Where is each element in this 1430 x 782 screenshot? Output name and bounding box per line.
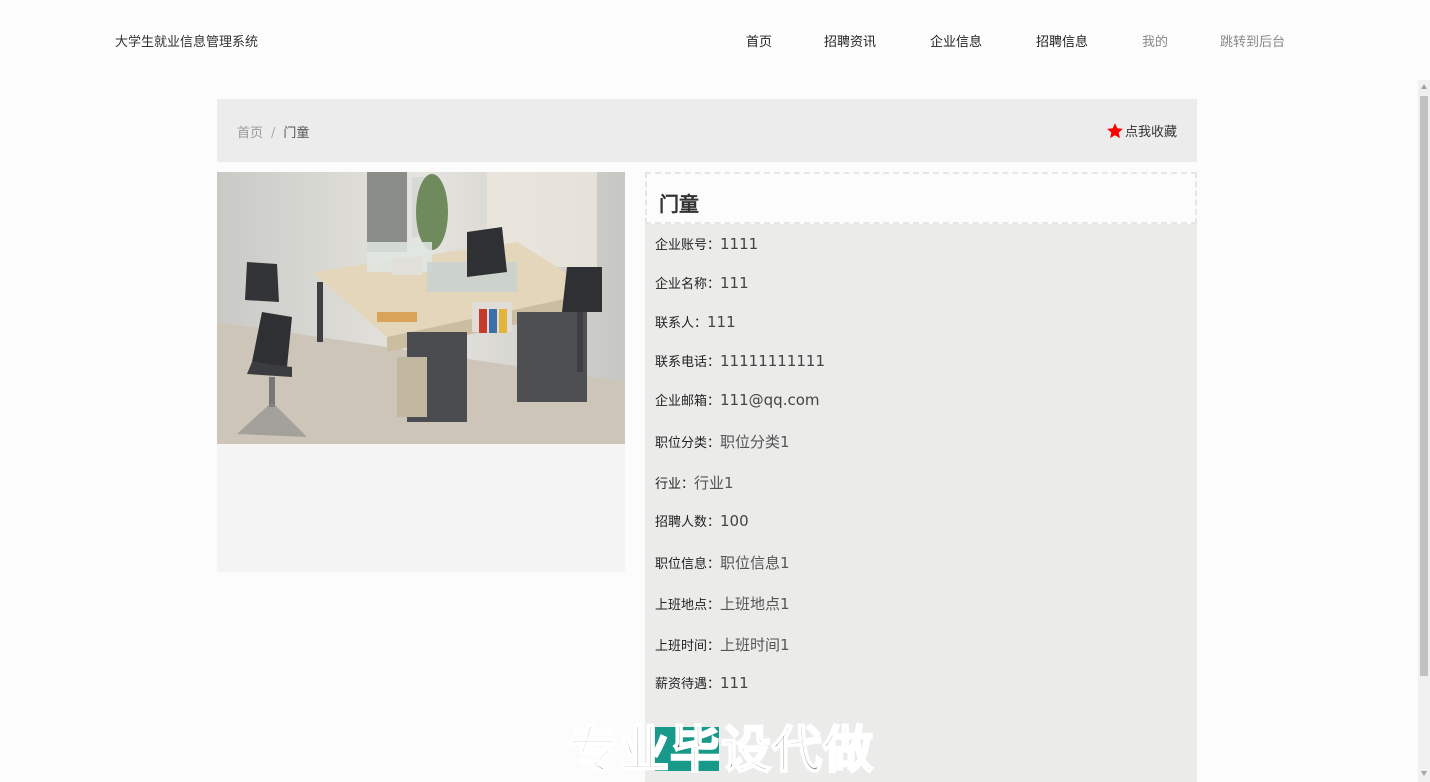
- field-salary: 薪资待遇：111: [655, 673, 749, 692]
- field-job-category: 职位分类：职位分类1: [655, 431, 790, 452]
- field-contact: 联系人：111: [655, 312, 736, 331]
- field-label: 联系电话：: [655, 355, 721, 370]
- field-industry: 行业：行业1: [655, 472, 734, 493]
- field-value: 职位信息1: [720, 554, 790, 572]
- star-icon: [1107, 122, 1123, 138]
- field-value: 1111: [720, 235, 759, 253]
- field-label: 联系人：: [655, 316, 708, 331]
- field-value: 职位分类1: [720, 433, 790, 451]
- favorite-label: 点我收藏: [1124, 125, 1177, 140]
- field-label: 企业账号：: [655, 238, 721, 253]
- breadcrumb-current: 门童: [283, 126, 310, 141]
- nav-company-info[interactable]: 企业信息: [930, 31, 982, 50]
- field-value: 11111111111: [720, 352, 825, 370]
- job-image-panel: [217, 172, 625, 572]
- field-value: 111: [720, 274, 749, 292]
- nav-home[interactable]: 首页: [746, 31, 772, 50]
- nav-admin[interactable]: 跳转到后台: [1220, 31, 1285, 50]
- field-value: 111: [720, 674, 749, 692]
- watermark-text: 专业毕设代做: [567, 720, 874, 780]
- field-label: 行业：: [655, 477, 695, 492]
- field-headcount: 招聘人数：100: [655, 511, 749, 530]
- scroll-down-arrow-icon[interactable]: [1420, 768, 1428, 778]
- nav-recruit-info[interactable]: 招聘信息: [1036, 31, 1088, 50]
- field-value: 100: [720, 512, 749, 530]
- nav-recruit-news[interactable]: 招聘资讯: [824, 31, 876, 50]
- field-label: 职位分类：: [655, 436, 721, 451]
- field-work-location: 上班地点：上班地点1: [655, 593, 790, 614]
- breadcrumb: 首页 / 门童: [237, 122, 309, 141]
- field-email: 企业邮箱：111@qq.com: [655, 390, 820, 409]
- field-label: 上班时间：: [655, 639, 721, 654]
- field-value: 111: [707, 313, 736, 331]
- field-phone: 联系电话：11111111111: [655, 351, 825, 370]
- favorite-button[interactable]: 点我收藏: [1106, 121, 1177, 140]
- field-label: 职位信息：: [655, 557, 721, 572]
- field-value: 上班时间1: [720, 636, 790, 654]
- job-title: 门童: [659, 192, 699, 216]
- field-label: 招聘人数：: [655, 515, 721, 530]
- site-title[interactable]: 大学生就业信息管理系统: [115, 31, 258, 50]
- field-job-info: 职位信息：职位信息1: [655, 552, 790, 573]
- field-label: 上班地点：: [655, 598, 721, 613]
- scroll-up-arrow-icon[interactable]: [1420, 82, 1428, 92]
- field-value: 行业1: [694, 474, 734, 492]
- field-label: 薪资待遇：: [655, 677, 721, 692]
- field-label: 企业邮箱：: [655, 394, 721, 409]
- field-company-account: 企业账号：1111: [655, 234, 758, 253]
- field-label: 企业名称：: [655, 277, 721, 292]
- field-value: 上班地点1: [720, 595, 790, 613]
- scrollbar-thumb[interactable]: [1420, 96, 1428, 676]
- breadcrumb-home[interactable]: 首页: [237, 126, 263, 141]
- job-detail-panel: 门童 企业账号：1111 企业名称：111 联系人：111 联系电话：11111…: [645, 172, 1197, 782]
- breadcrumb-separator: /: [271, 126, 276, 141]
- office-desk-photo: [217, 172, 625, 444]
- field-company-name: 企业名称：111: [655, 273, 749, 292]
- nav-mine[interactable]: 我的: [1142, 31, 1168, 50]
- top-navbar: 大学生就业信息管理系统 首页 招聘资讯 企业信息 招聘信息 我的 跳转到后台: [0, 0, 1430, 80]
- breadcrumb-bar: 首页 / 门童 点我收藏: [217, 99, 1197, 162]
- detail-title-box: 门童: [645, 172, 1197, 224]
- field-work-time: 上班时间：上班时间1: [655, 634, 790, 655]
- field-value: 111@qq.com: [720, 391, 820, 409]
